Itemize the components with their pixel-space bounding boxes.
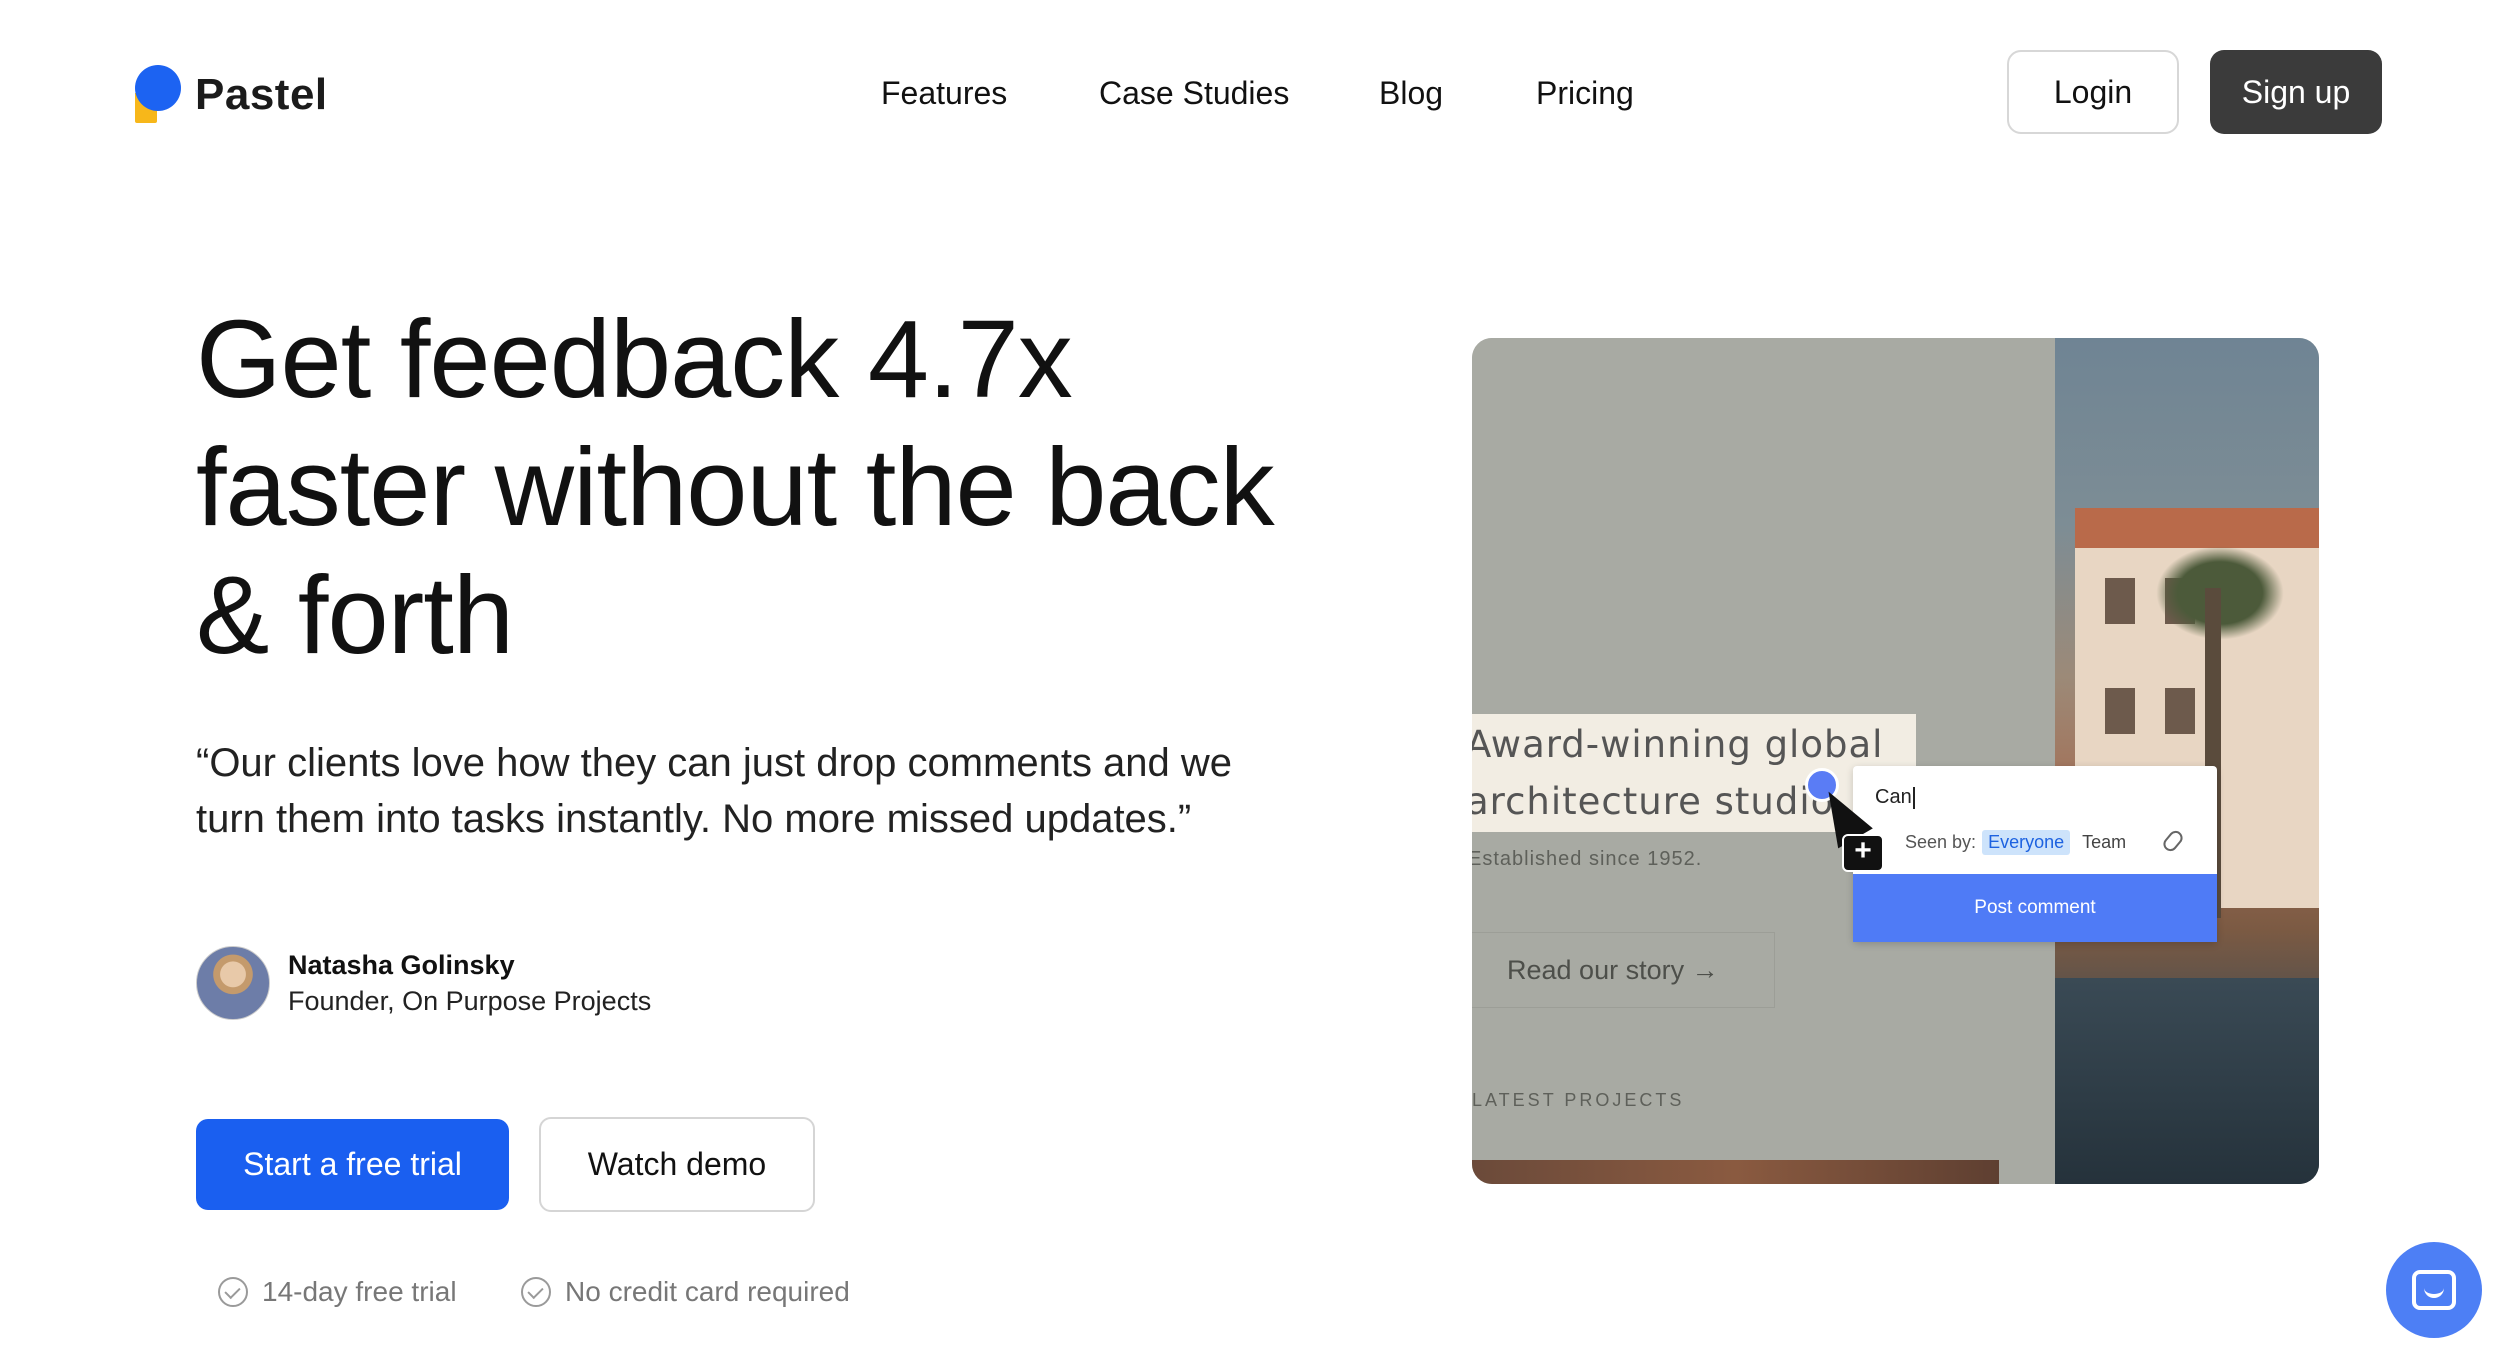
login-button[interactable]: Login [2007,50,2179,134]
brand-name: Pastel [195,70,328,119]
site-established: Established since 1952. [1472,848,1703,870]
logo[interactable]: Pastel [131,65,328,125]
author-name: Natasha Golinsky [288,950,515,980]
audience-team-chip: Team [2082,832,2127,852]
comment-popover: Can Seen by: Everyone Team Post comment [1853,766,2217,942]
testimonial-author: Natasha Golinsky Founder, On Purpose Pro… [196,946,651,1020]
seen-by-label: Seen by: [1905,832,1977,852]
audience-everyone-chip: Everyone [1982,830,2071,855]
avatar [196,946,270,1020]
nav-item-case-studies[interactable]: Case Studies [1099,68,1289,118]
latest-projects-label: LATEST PROJECTS [1472,1090,1685,1110]
read-story-button: Read our story → [1472,932,1775,1008]
paperclip-icon [2160,828,2186,854]
preview-hotel-photo [2055,338,2319,1184]
nav-item-blog[interactable]: Blog [1379,68,1443,118]
chat-widget-button[interactable] [2386,1242,2482,1338]
check-circle-icon [521,1277,551,1307]
check-circle-icon [218,1277,248,1307]
author-role: Founder, On Purpose Projects [288,986,652,1016]
nav-item-pricing[interactable]: Pricing [1536,68,1634,118]
chat-icon [2412,1270,2456,1310]
post-comment-button: Post comment [1853,874,2217,942]
site-title-line: Award-winning global [1472,723,1884,766]
comment-input: Can [1875,786,1915,809]
nav-item-features[interactable]: Features [881,68,1007,118]
add-comment-icon: + [1842,834,1884,872]
project-thumbnail [1472,1160,1999,1184]
start-free-trial-button[interactable]: Start a free trial [196,1119,509,1210]
perk-item: No credit card required [521,1276,850,1308]
perk-label: 14-day free trial [262,1276,457,1307]
hero-headline: Get feedback 4.7x faster without the bac… [196,298,1275,677]
product-preview: Award-winning global architecture studio… [1472,338,2319,1184]
watch-demo-button[interactable]: Watch demo [539,1117,815,1212]
pastel-logo-icon [131,65,181,125]
comment-audience: Seen by: Everyone Team [1905,830,2126,855]
testimonial-quote: “Our clients love how they can just drop… [196,741,1233,841]
perk-label: No credit card required [565,1276,850,1307]
signup-button[interactable]: Sign up [2210,50,2382,134]
perk-item: 14-day free trial [218,1276,457,1308]
